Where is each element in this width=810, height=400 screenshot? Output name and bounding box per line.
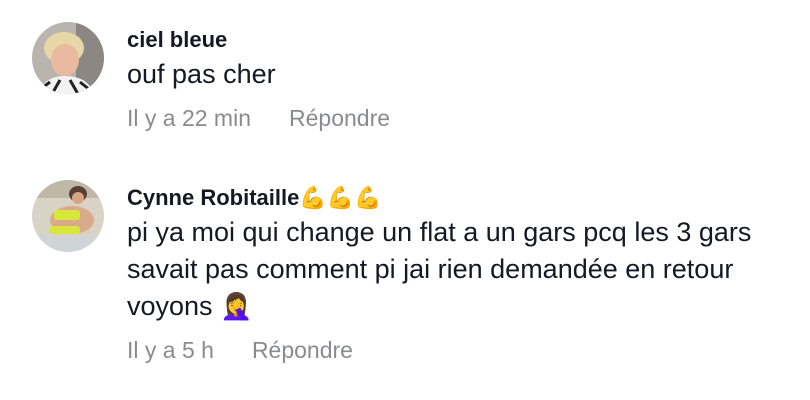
avatar-image [32,22,104,94]
comment-item: ciel bleue ouf pas cher Il y a 22 min Rép… [0,0,810,160]
comment-text: pi ya moi qui change un flat a un gars p… [127,214,790,325]
comment-timestamp: Il y a 5 h [127,337,214,363]
avatar[interactable] [32,180,104,252]
reply-button[interactable]: Répondre [252,337,353,363]
comment-meta: Il y a 22 min Répondre [127,105,790,132]
flexed-biceps-emoji-icon: 💪💪💪 [299,185,382,210]
avatar[interactable] [32,22,104,94]
facepalm-emoji-icon: 🤦‍♀️ [220,291,253,321]
avatar-image [32,180,104,252]
comment-username-text: Cynne Robitaille [127,185,300,210]
comment-username[interactable]: ciel bleue [127,26,790,54]
comment-text: ouf pas cher [127,59,276,89]
comment-meta: Il y a 5 h Répondre [127,337,790,364]
reply-button[interactable]: Répondre [289,105,390,131]
comment-item: Cynne Robitaille💪💪💪 pi ya moi qui change… [0,160,810,400]
comment-timestamp: Il y a 22 min [127,105,251,131]
comment-username[interactable]: Cynne Robitaille💪💪💪 [127,184,790,212]
